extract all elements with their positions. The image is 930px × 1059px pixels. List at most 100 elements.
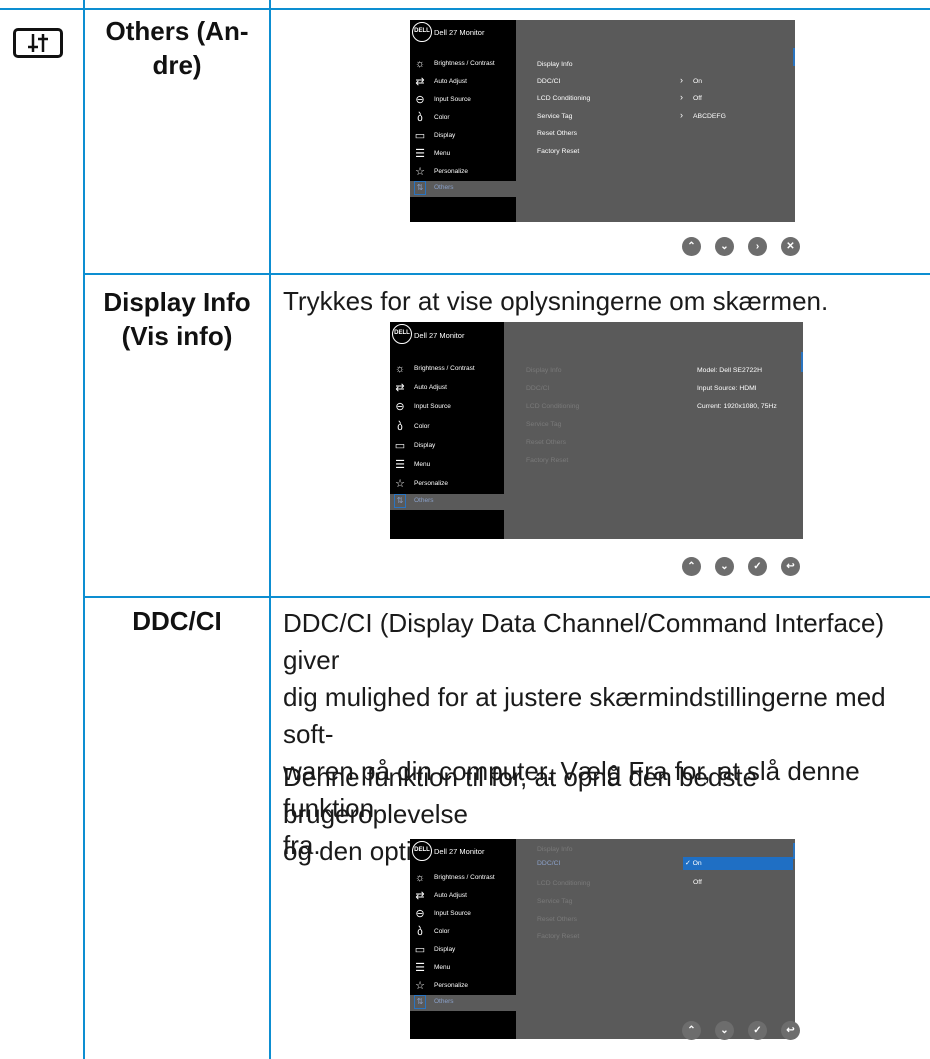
right-icon[interactable]: › xyxy=(748,237,767,256)
up-icon[interactable]: ⌃ xyxy=(682,557,701,576)
osd-menu-item: ☆ Personalize xyxy=(410,165,516,181)
osd-submenu-item: Display Info xyxy=(537,846,573,853)
personalize-icon: ☆ xyxy=(395,478,405,490)
osd-menu-label: Display xyxy=(414,442,436,449)
ddc-ci-option-off: Off xyxy=(693,879,702,886)
osd-submenu-item: Reset Others xyxy=(537,916,578,923)
check-icon[interactable]: ✓ xyxy=(748,1021,767,1040)
osd-menu-label: Input Source xyxy=(434,910,471,917)
osd-submenu-item: Display Info xyxy=(537,61,573,68)
osd-menu-item-selected: ⇅ Others xyxy=(410,995,516,1011)
color-icon: ბ xyxy=(397,421,403,433)
ddc-ci-option-on: ✓ On xyxy=(683,857,793,870)
up-icon[interactable]: ⌃ xyxy=(682,1021,701,1040)
menu-icon: ☰ xyxy=(395,459,405,471)
chevron-right-icon: › xyxy=(680,110,683,120)
osd-menu-item: ☼ Brightness / Contrast xyxy=(410,871,516,887)
osd-submenu-item: Service Tag xyxy=(526,421,562,428)
label-line: Display Info xyxy=(103,287,251,317)
osd-submenu-item: Service Tag xyxy=(537,898,573,905)
row-divider-2 xyxy=(83,596,930,598)
osd-menu-label: Menu xyxy=(414,461,431,468)
down-icon[interactable]: ⌄ xyxy=(715,557,734,576)
osd-menu-item: ☰ Menu xyxy=(410,961,516,977)
osd-screen-others: DELL Dell 27 Monitor ☼ Brightness / Contr… xyxy=(410,20,795,222)
up-icon[interactable]: ⌃ xyxy=(682,237,701,256)
down-icon[interactable]: ⌄ xyxy=(715,237,734,256)
input-source-icon: ⊖ xyxy=(415,94,425,106)
osd-menu-item-selected: ⇅ Others xyxy=(390,494,504,510)
chevron-right-icon: › xyxy=(680,75,683,85)
osd-menu-label: Color xyxy=(414,423,430,430)
check-icon[interactable]: ✓ xyxy=(748,557,767,576)
osd-info-resolution: Current: 1920x1080, 75Hz xyxy=(697,403,777,410)
column-divider-left xyxy=(83,0,85,1059)
osd-submenu-item: Reset Others xyxy=(537,130,578,137)
osd-menu-label: Personalize xyxy=(434,982,468,989)
osd-menu-item: ☆ Personalize xyxy=(390,477,496,493)
osd-submenu-item: DDC/CI xyxy=(537,78,561,85)
osd-menu-label: Menu xyxy=(434,150,451,157)
osd-menu-label: Others xyxy=(434,184,454,191)
row-divider-1 xyxy=(83,273,930,275)
osd-menu-label: Others xyxy=(414,497,434,504)
osd-menu-label: Color xyxy=(434,928,450,935)
auto-adjust-icon: ⇄ xyxy=(395,382,405,394)
input-source-icon: ⊖ xyxy=(395,401,405,413)
osd-menu-item: ☆ Personalize xyxy=(410,979,516,995)
dell-logo: DELL xyxy=(412,22,432,42)
osd-value: On xyxy=(693,78,703,85)
osd-submenu-item-selected: DDC/CI xyxy=(537,860,561,867)
osd-title: Dell 27 Monitor xyxy=(434,847,485,856)
back-icon[interactable]: ↩ xyxy=(781,1021,800,1040)
osd-submenu-item: LCD Conditioning xyxy=(537,95,591,102)
back-icon[interactable]: ↩ xyxy=(781,557,800,576)
dell-logo: DELL xyxy=(412,841,432,861)
osd-menu-label: Input Source xyxy=(414,403,451,410)
others-icon: ⇅ xyxy=(414,181,426,195)
osd-menu-item: ⇄ Auto Adjust xyxy=(410,75,516,91)
osd-menu-item: ბ Color xyxy=(410,111,516,127)
osd-menu-item: ☰ Menu xyxy=(410,147,516,163)
osd-button-bar: ⌃ ⌄ › ✕ xyxy=(682,237,802,259)
down-icon[interactable]: ⌄ xyxy=(715,1021,734,1040)
display-icon: ▭ xyxy=(414,944,426,956)
display-icon: ▭ xyxy=(394,440,406,452)
osd-menu-item: ☼ Brightness / Contrast xyxy=(410,57,516,73)
osd-menu-item: ბ Color xyxy=(390,420,496,436)
osd-info-model: Model: Dell SE2722H xyxy=(697,367,762,374)
osd-main-panel xyxy=(516,20,795,222)
osd-scroll-indicator xyxy=(801,352,803,372)
display-icon: ▭ xyxy=(414,130,426,142)
adjustment-sliders-icon xyxy=(13,28,63,58)
osd-main-panel xyxy=(504,322,803,539)
osd-menu-label: Auto Adjust xyxy=(434,78,467,85)
others-icon: ⇅ xyxy=(394,494,406,508)
top-rule xyxy=(0,8,930,10)
osd-submenu-item: LCD Conditioning xyxy=(537,880,591,887)
column-divider-right xyxy=(269,0,271,1059)
osd-menu-item: ⇄ Auto Adjust xyxy=(410,889,516,905)
color-icon: ბ xyxy=(417,112,423,124)
row-label-others: Others (An- dre) xyxy=(86,14,268,82)
brightness-icon: ☼ xyxy=(414,58,426,70)
osd-menu-item: ☼ Brightness / Contrast xyxy=(390,362,496,378)
osd-menu-item: ⊖ Input Source xyxy=(390,400,496,416)
exit-icon[interactable]: ✕ xyxy=(781,237,800,256)
input-source-icon: ⊖ xyxy=(415,908,425,920)
osd-menu-label: Input Source xyxy=(434,96,471,103)
osd-submenu-item: Reset Others xyxy=(526,439,567,446)
osd-menu-item: ☰ Menu xyxy=(390,458,496,474)
others-icon: ⇅ xyxy=(414,995,426,1009)
osd-menu-item: ბ Color xyxy=(410,925,516,941)
osd-title: Dell 27 Monitor xyxy=(434,28,485,37)
color-icon: ბ xyxy=(417,926,423,938)
personalize-icon: ☆ xyxy=(415,980,425,992)
menu-icon: ☰ xyxy=(415,148,425,160)
label-line: DDC/CI xyxy=(132,606,222,636)
osd-menu-item-selected: ⇅ Others xyxy=(410,181,516,197)
osd-menu-label: Personalize xyxy=(414,480,448,487)
auto-adjust-icon: ⇄ xyxy=(415,890,425,902)
chevron-right-icon: › xyxy=(680,92,683,102)
osd-menu-label: Display xyxy=(434,132,456,139)
